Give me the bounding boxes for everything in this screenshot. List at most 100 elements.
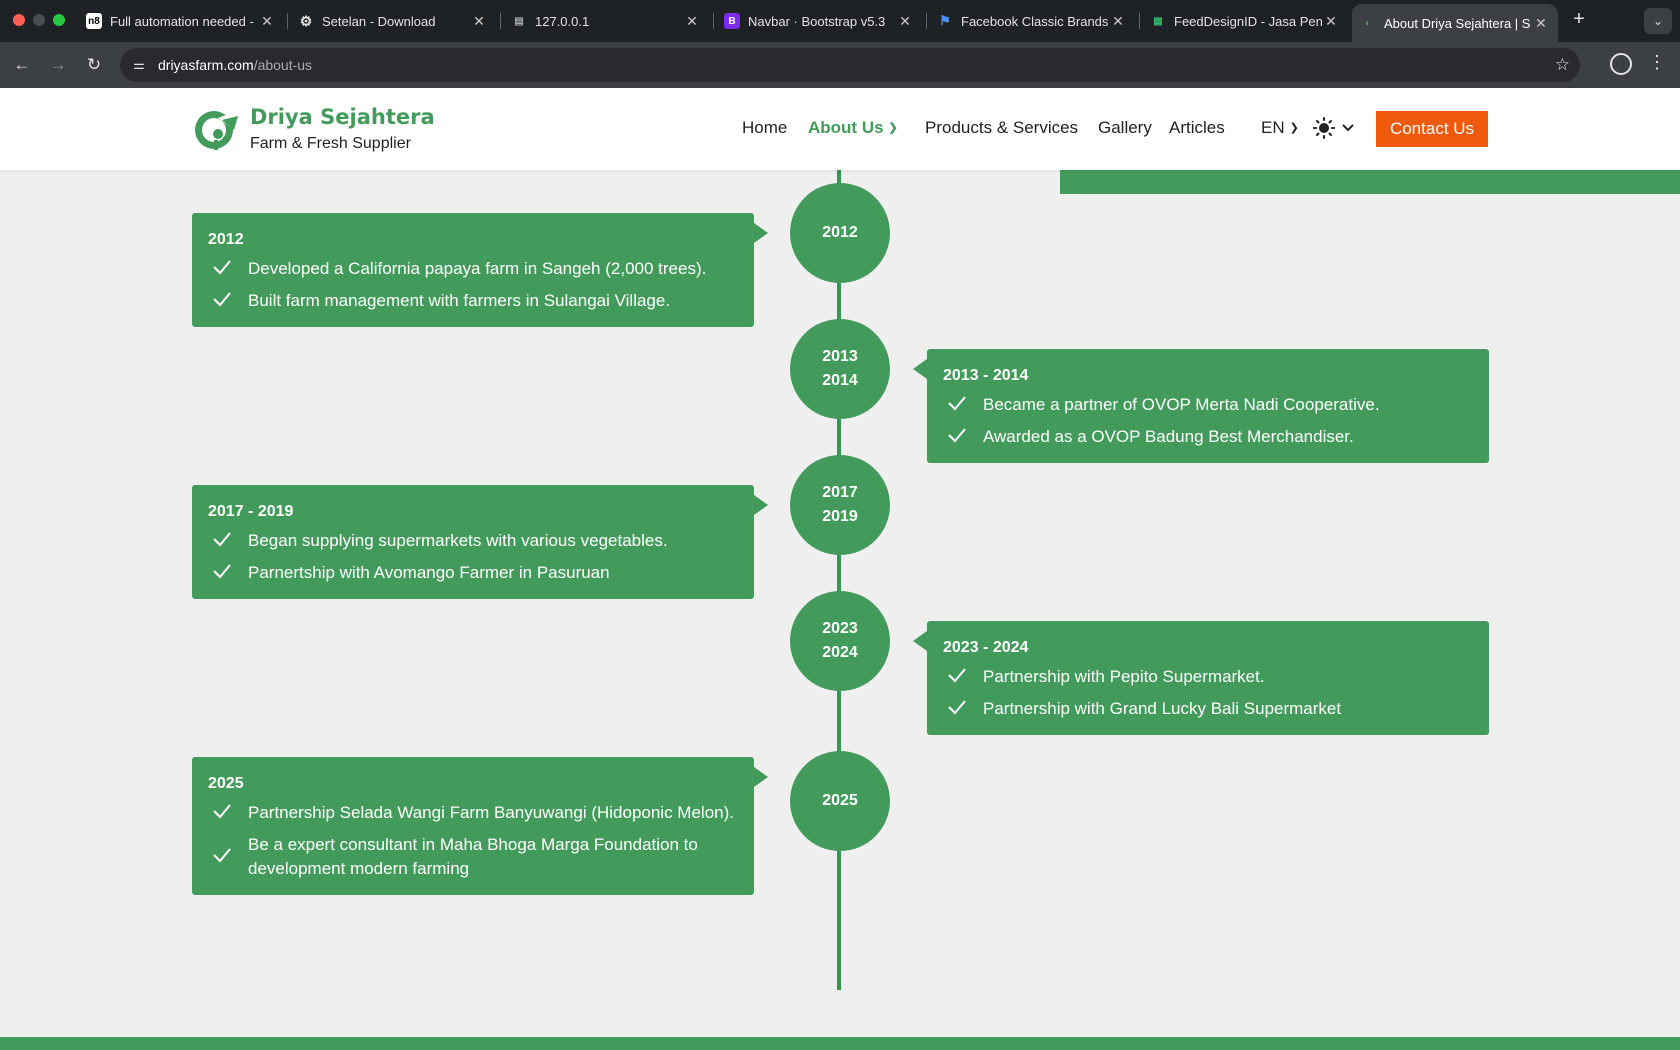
timeline-card: 2025 Partnership Selada Wangi Farm Banyu… bbox=[192, 757, 768, 895]
timeline-year-badge: 2025 bbox=[790, 751, 890, 851]
n8n-icon: n8 bbox=[86, 13, 102, 29]
minimize-window-button[interactable] bbox=[33, 14, 45, 26]
timeline-year-badge: 2023 2024 bbox=[790, 591, 890, 691]
timeline-item-text: Partnership with Pepito Supermarket. bbox=[983, 667, 1265, 686]
site-header: Driya Sejahtera Farm & Fresh Supplier Ho… bbox=[0, 88, 1680, 170]
chevron-down-icon: ❯ bbox=[888, 122, 898, 134]
nav-articles[interactable]: Articles bbox=[1169, 118, 1225, 138]
maximize-window-button[interactable] bbox=[53, 14, 65, 26]
timeline-item-text: Developed a California papaya farm in Sa… bbox=[248, 259, 707, 278]
check-icon bbox=[943, 699, 983, 719]
timeline-year-badge: 2012 bbox=[790, 183, 890, 283]
tab-divider bbox=[926, 13, 927, 29]
arrow-right-icon: → bbox=[49, 55, 67, 74]
close-icon[interactable]: ✕ bbox=[258, 13, 276, 30]
timeline-card-title: 2017 - 2019 bbox=[208, 503, 294, 520]
timeline-card-title: 2013 - 2014 bbox=[943, 367, 1029, 384]
timeline-card-title: 2025 bbox=[208, 775, 244, 792]
year-line: 2024 bbox=[822, 644, 858, 661]
language-dropdown[interactable]: EN ❯ bbox=[1261, 118, 1299, 138]
browser-tab-active[interactable]: ◐ About Driya Sejahtera | S ✕ bbox=[1352, 4, 1558, 42]
browser-tab[interactable]: B Navbar · Bootstrap v5.3 ✕ bbox=[716, 6, 922, 36]
tab-divider bbox=[1139, 13, 1140, 29]
check-icon bbox=[208, 803, 248, 823]
browser-toolbar: ← → ↻ ⚌ driyasfarm.com/about-us ☆ ⋮ bbox=[0, 42, 1680, 88]
timeline-line bbox=[837, 170, 841, 990]
nav-gallery[interactable]: Gallery bbox=[1098, 118, 1152, 138]
gear-icon: ⚙ bbox=[299, 12, 313, 29]
url-host: driyasfarm.com bbox=[158, 57, 254, 73]
browser-tab[interactable]: ⚑ Facebook Classic Brands ✕ bbox=[929, 6, 1135, 36]
driya-logo-icon[interactable] bbox=[192, 108, 242, 150]
timeline-card: 2017 - 2019 Began supplying supermarkets… bbox=[192, 485, 768, 599]
year-line: 2014 bbox=[822, 372, 858, 389]
check-icon bbox=[208, 259, 248, 279]
timeline-item-text: Built farm management with farmers in Su… bbox=[248, 291, 671, 310]
brand-name[interactable]: Driya Sejahtera bbox=[250, 105, 435, 129]
site-settings-icon[interactable]: ⚌ bbox=[128, 54, 150, 76]
sun-icon[interactable] bbox=[1313, 117, 1335, 139]
flag-icon: ⚑ bbox=[939, 13, 951, 28]
timeline-item-text: Became a partner of OVOP Merta Nadi Coop… bbox=[983, 395, 1380, 414]
tab-divider bbox=[713, 13, 714, 29]
timeline-item: Built farm management with farmers in Su… bbox=[208, 289, 738, 313]
profile-icon[interactable] bbox=[1610, 53, 1632, 75]
forward-button[interactable]: → bbox=[46, 53, 70, 77]
timeline-card-title: 2012 bbox=[208, 231, 244, 248]
check-icon bbox=[943, 427, 983, 447]
check-icon bbox=[208, 563, 248, 583]
url-text[interactable]: driyasfarm.com/about-us bbox=[158, 57, 312, 73]
browser-tab[interactable]: ▦ FeedDesignID - Jasa Pen ✕ bbox=[1142, 6, 1348, 36]
back-button[interactable]: ← bbox=[10, 53, 34, 77]
tab-title: About Driya Sejahtera | S bbox=[1384, 15, 1531, 31]
timeline-item: Awarded as a OVOP Badung Best Merchandis… bbox=[943, 425, 1473, 449]
timeline-item: Be a expert consultant in Maha Bhoga Mar… bbox=[208, 833, 738, 881]
timeline-card: 2023 - 2024 Partnership with Pepito Supe… bbox=[913, 621, 1489, 735]
language-label: EN bbox=[1261, 118, 1285, 137]
close-icon[interactable]: ✕ bbox=[683, 13, 701, 30]
reload-button[interactable]: ↻ bbox=[82, 53, 106, 77]
timeline-card: 2013 - 2014 Became a partner of OVOP Mer… bbox=[913, 349, 1489, 463]
browser-tab[interactable]: n8 Full automation needed - ✕ bbox=[78, 6, 284, 36]
feeddesign-icon: ▦ bbox=[1153, 15, 1163, 27]
address-bar[interactable]: ⚌ driyasfarm.com/about-us ☆ bbox=[120, 48, 1580, 82]
year-line: 2019 bbox=[822, 508, 858, 525]
timeline-card: 2012 Developed a California papaya farm … bbox=[192, 213, 768, 327]
close-icon[interactable]: ✕ bbox=[1532, 15, 1550, 32]
chevron-down-icon: ❯ bbox=[1289, 122, 1299, 134]
browser-menu-icon[interactable]: ⋮ bbox=[1648, 52, 1666, 73]
tab-title: Navbar · Bootstrap v5.3 bbox=[748, 13, 886, 29]
reload-icon: ↻ bbox=[86, 55, 102, 74]
browser-tab[interactable]: ▤ 127.0.0.1 ✕ bbox=[503, 6, 709, 36]
timeline-item: Began supplying supermarkets with variou… bbox=[208, 529, 738, 553]
brand-tagline: Farm & Fresh Supplier bbox=[250, 135, 411, 152]
footer-top-border bbox=[0, 1037, 1680, 1050]
tab-title: Facebook Classic Brands bbox=[961, 13, 1109, 29]
timeline-item-text: Began supplying supermarkets with variou… bbox=[248, 531, 668, 550]
close-icon[interactable]: ✕ bbox=[1322, 13, 1340, 30]
timeline-item-text: Awarded as a OVOP Badung Best Merchandis… bbox=[983, 427, 1354, 446]
timeline-item-text: Parnertship with Avomango Farmer in Pasu… bbox=[248, 563, 610, 582]
contact-us-button[interactable]: Contact Us bbox=[1376, 111, 1488, 147]
timeline-item: Partnership with Pepito Supermarket. bbox=[943, 665, 1473, 689]
new-tab-button[interactable]: + bbox=[1568, 8, 1590, 31]
close-icon[interactable]: ✕ bbox=[1109, 13, 1127, 30]
theme-chevron-down-icon[interactable] bbox=[1342, 124, 1354, 132]
nav-products-services[interactable]: Products & Services bbox=[925, 118, 1078, 138]
browser-tab[interactable]: ⚙ Setelan - Download ✕ bbox=[290, 6, 496, 36]
bootstrap-icon: B bbox=[724, 13, 740, 29]
url-path: /about-us bbox=[253, 57, 313, 73]
nav-about-us[interactable]: About Us ❯ bbox=[808, 118, 898, 138]
close-window-button[interactable] bbox=[13, 14, 25, 26]
close-icon[interactable]: ✕ bbox=[896, 13, 914, 30]
bookmark-star-icon[interactable]: ☆ bbox=[1555, 55, 1570, 75]
close-icon[interactable]: ✕ bbox=[470, 13, 488, 30]
tab-search-button[interactable]: ⌄ bbox=[1644, 8, 1672, 34]
nav-home[interactable]: Home bbox=[742, 118, 787, 138]
tab-title: 127.0.0.1 bbox=[535, 13, 590, 29]
section-decoration bbox=[1060, 170, 1680, 194]
year-line: 2013 bbox=[822, 348, 858, 365]
timeline-item-text: Be a expert consultant in Maha Bhoga Mar… bbox=[248, 835, 698, 878]
tab-title: FeedDesignID - Jasa Pen bbox=[1174, 13, 1322, 29]
arrow-left-icon: ← bbox=[13, 55, 31, 74]
